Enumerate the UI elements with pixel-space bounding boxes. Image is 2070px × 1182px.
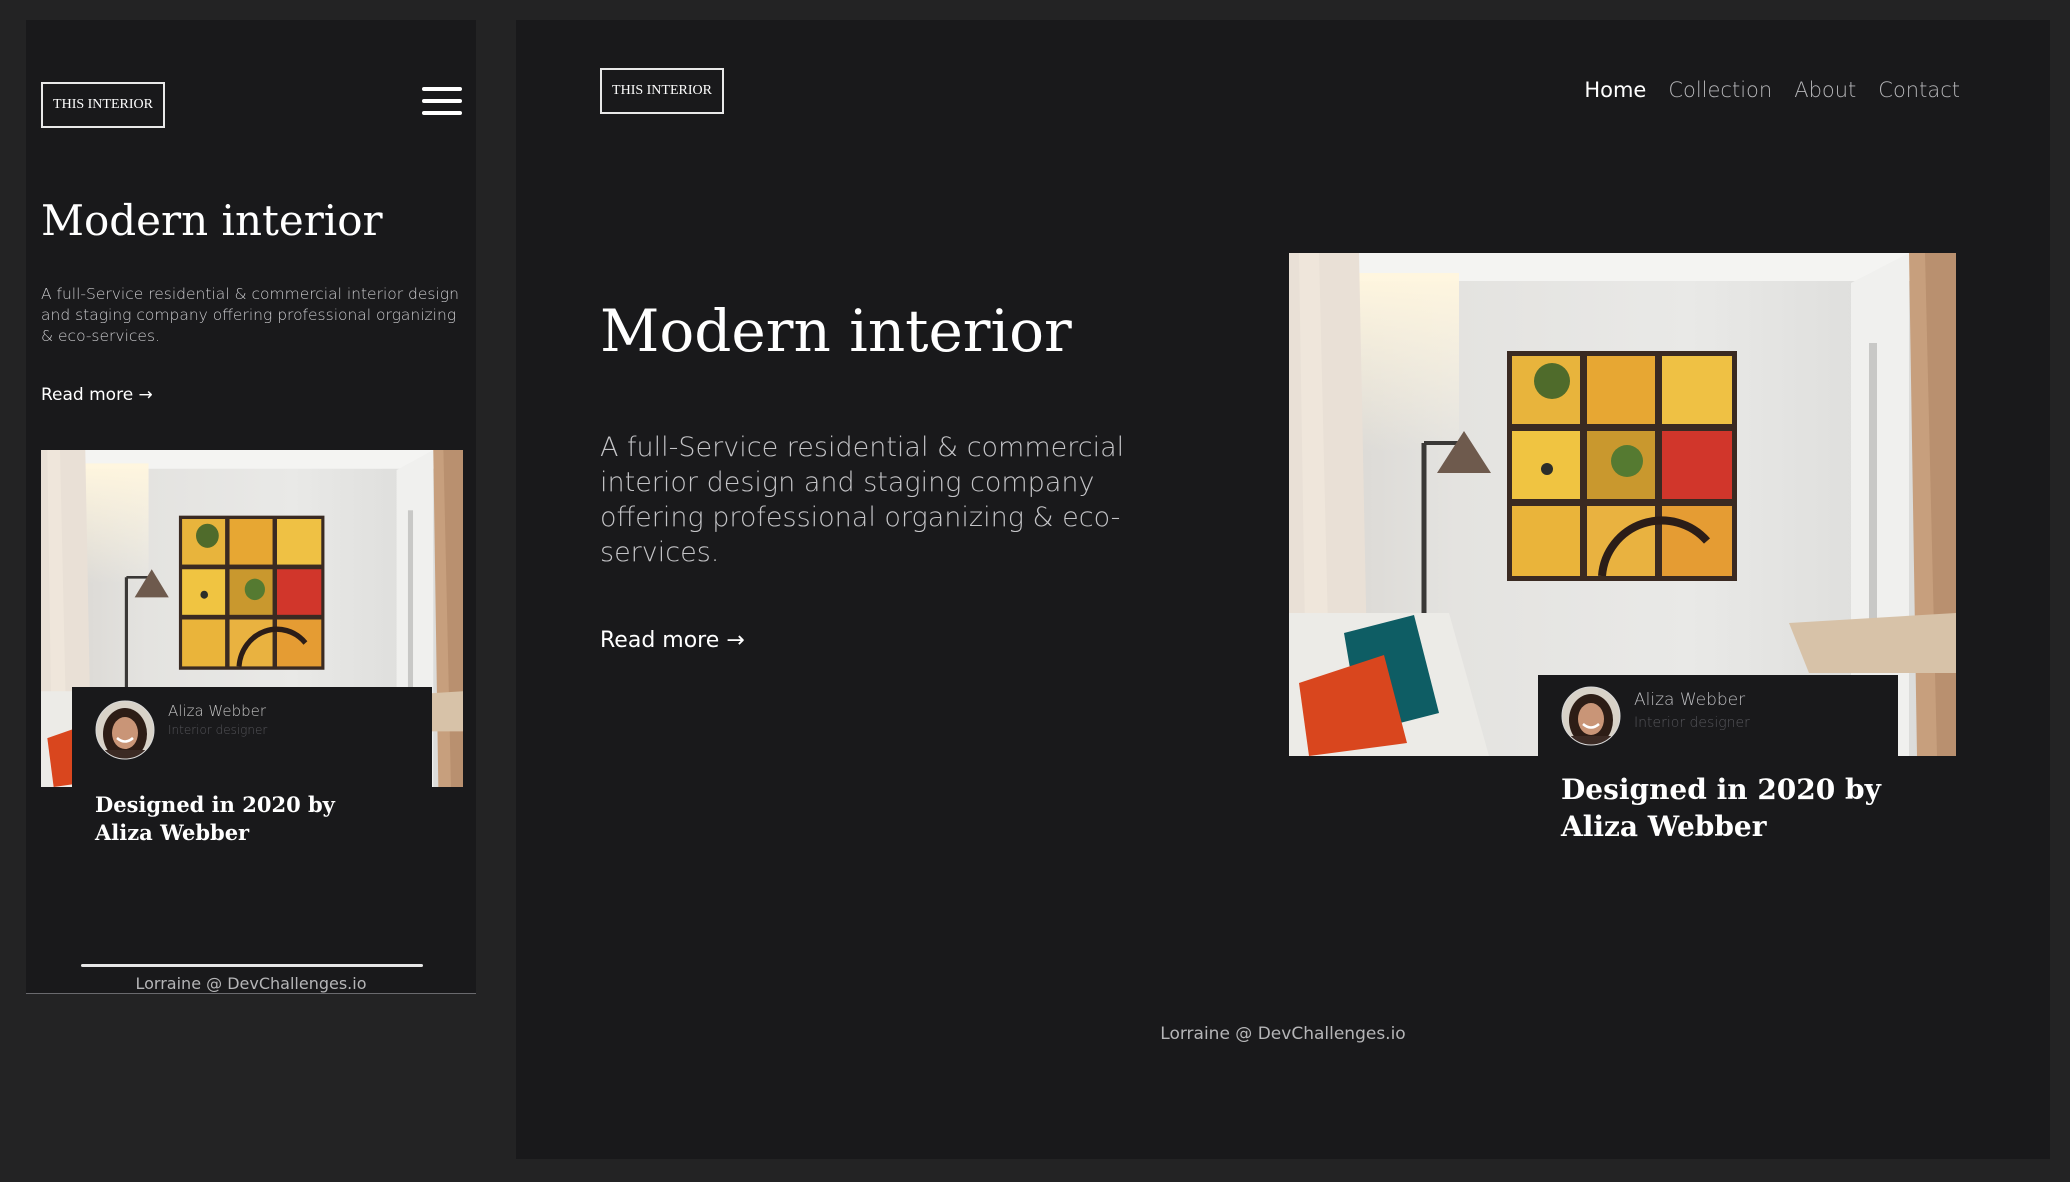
footer-credit[interactable]: Lorraine @ DevChallenges.io [26, 974, 476, 993]
avatar [1561, 686, 1621, 746]
read-more-link[interactable]: Read more → [41, 385, 153, 405]
nav-item-about[interactable]: About [1794, 78, 1856, 102]
designer-name: Aliza Webber [168, 702, 267, 720]
mobile-preview: THIS INTERIOR Modern interior A full-Ser… [26, 20, 476, 994]
page-title: Modern interior [41, 196, 383, 245]
desktop-preview: THIS INTERIOR Home Collection About Cont… [516, 20, 2050, 1159]
designer-role: Interior designer [1634, 715, 1750, 731]
design-caption: Designed in 2020 by Aliza Webber [95, 792, 335, 845]
designer-name: Aliza Webber [1634, 690, 1746, 710]
designer-role: Interior designer [168, 723, 268, 737]
hamburger-menu-icon[interactable] [422, 84, 462, 118]
designer-card: Aliza Webber Interior designer Designed … [72, 687, 432, 845]
nav-item-home[interactable]: Home [1584, 78, 1646, 102]
design-caption: Designed in 2020 by Aliza Webber [1561, 773, 1881, 843]
footer-credit[interactable]: Lorraine @ DevChallenges.io [516, 1024, 2050, 1044]
logo[interactable]: THIS INTERIOR [41, 82, 165, 128]
frame-divider [26, 993, 476, 994]
designer-card: Aliza Webber Interior designer Designed … [1538, 675, 1898, 870]
nav-item-contact[interactable]: Contact [1878, 78, 1960, 102]
avatar [95, 700, 155, 760]
logo[interactable]: THIS INTERIOR [600, 68, 724, 114]
nav-item-collection[interactable]: Collection [1668, 78, 1772, 102]
main-nav: Home Collection About Contact [1584, 78, 1960, 102]
hero-description: A full-Service residential & commercial … [41, 285, 459, 345]
page-title: Modern interior [600, 297, 1072, 365]
read-more-link[interactable]: Read more → [600, 628, 745, 653]
hero-description: A full-Service residential & commercial … [600, 432, 1125, 568]
footer-divider [81, 964, 423, 967]
